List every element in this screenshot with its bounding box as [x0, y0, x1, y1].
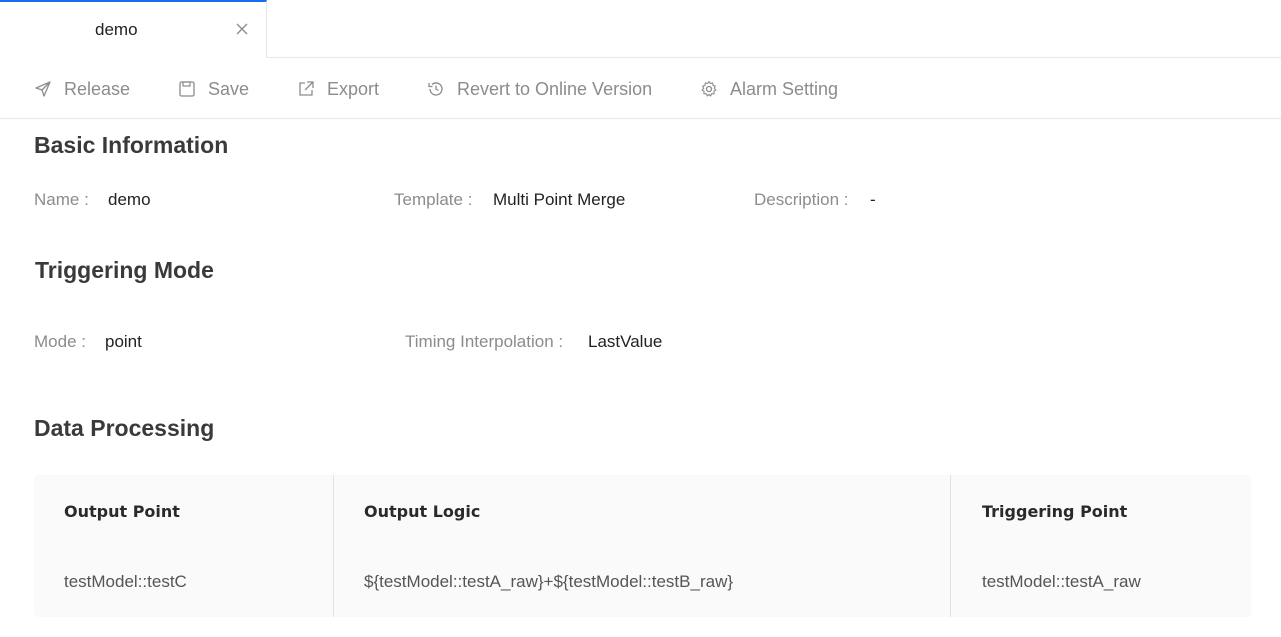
timing-interpolation-value: LastValue — [588, 332, 663, 351]
close-icon[interactable] — [234, 21, 250, 37]
description-value: - — [870, 190, 876, 209]
alarm-setting-button[interactable]: Alarm Setting — [700, 59, 838, 119]
save-button[interactable]: Save — [178, 59, 249, 119]
send-icon — [35, 81, 51, 97]
release-label: Release — [64, 78, 131, 99]
column-header-triggering-point: Triggering Point — [982, 502, 1128, 521]
mode-label: Mode : — [34, 332, 86, 351]
column-divider — [950, 475, 951, 617]
tab-demo[interactable]: demo — [0, 0, 267, 58]
save-icon — [179, 81, 195, 97]
save-label: Save — [208, 78, 250, 99]
timing-interpolation-label: Timing Interpolation : — [405, 332, 564, 351]
data-processing-table: Output Point Output Logic Triggering Poi… — [34, 475, 1251, 617]
column-header-output-point: Output Point — [64, 502, 180, 521]
revert-label: Revert to Online Version — [457, 78, 653, 99]
cell-output-point: testModel::testC — [64, 572, 187, 591]
triggering-mode-title: Triggering Mode — [35, 257, 214, 283]
template-value: Multi Point Merge — [493, 190, 626, 209]
tab-label: demo — [95, 20, 138, 39]
export-icon — [299, 81, 314, 96]
toolbar: Release Save Export Revert to Online Ver… — [0, 59, 1281, 119]
tab-bar: demo — [0, 0, 1281, 58]
export-label: Export — [327, 78, 380, 99]
column-divider — [333, 475, 334, 617]
mode-value: point — [105, 332, 142, 351]
release-button[interactable]: Release — [34, 59, 130, 119]
description-label: Description : — [754, 190, 849, 209]
data-processing-title: Data Processing — [34, 415, 215, 441]
alarm-setting-label: Alarm Setting — [730, 78, 839, 99]
history-icon — [428, 82, 443, 96]
name-label: Name : — [34, 190, 89, 209]
name-value: demo — [108, 190, 151, 209]
revert-button[interactable]: Revert to Online Version — [427, 59, 652, 119]
cell-triggering-point: testModel::testA_raw — [982, 572, 1141, 591]
template-label: Template : — [394, 190, 473, 209]
basic-info-title: Basic Information — [34, 132, 229, 158]
column-header-output-logic: Output Logic — [364, 502, 481, 521]
gear-icon — [701, 80, 717, 97]
cell-output-logic: ${testModel::testA_raw}+${testModel::tes… — [364, 572, 734, 591]
export-button[interactable]: Export — [297, 59, 379, 119]
